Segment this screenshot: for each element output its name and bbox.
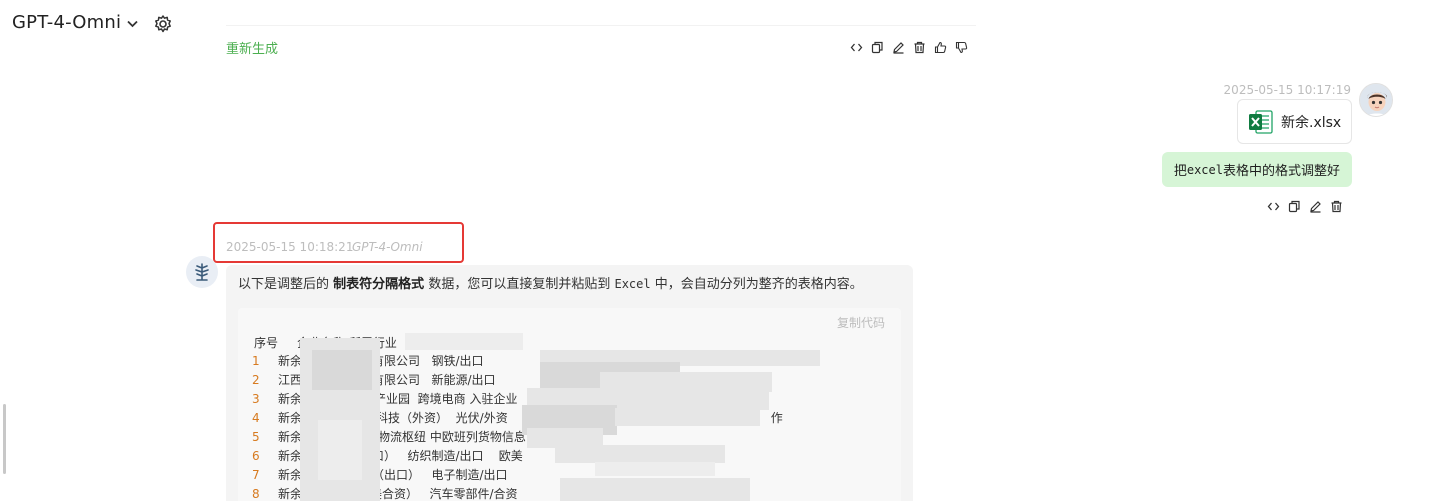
user-message-actions	[1267, 200, 1343, 213]
bot-intro-part-2: 数据，您可以直接复制并粘贴到	[428, 277, 611, 292]
bot-intro-text: 以下是调整后的 制表符分隔格式 数据，您可以直接复制并粘贴到 Excel 中，会…	[238, 273, 863, 292]
model-selector[interactable]: GPT-4-Omni	[12, 12, 138, 33]
bot-intro-bold: 制表符分隔格式	[333, 277, 425, 292]
code-icon[interactable]	[850, 41, 863, 54]
user-message-text-prefix: 把	[1173, 164, 1187, 179]
excel-icon	[1248, 109, 1273, 135]
bot-message-timestamp: 2025-05-15 10:18:21	[226, 240, 354, 254]
edit-icon[interactable]	[1309, 200, 1322, 213]
user-message-inline-code: excel	[1186, 162, 1223, 177]
row-col-a: 新余	[278, 411, 303, 425]
row-col-a: 新余	[278, 487, 303, 501]
row-number: 5	[252, 430, 260, 444]
bot-intro-part-3: 中，会自动分列为整齐的表格内容。	[654, 277, 863, 292]
copy-icon[interactable]	[871, 41, 884, 54]
user-message-bubble: 把 excel 表格中的格式调整好	[1161, 152, 1352, 187]
delete-icon[interactable]	[1330, 200, 1343, 213]
row-col-b: 技（出口） 电子制造/出口	[360, 468, 508, 482]
user-avatar	[1359, 83, 1393, 117]
copy-code-button[interactable]: 复制代码	[837, 314, 885, 331]
bot-intro-inline-code: Excel	[614, 277, 651, 291]
code-row: 5 新余 物流枢纽 中欧班列货物信息	[252, 428, 526, 445]
code-row: 6 新余 出口） 纺织制造/出口 欧美	[252, 447, 523, 464]
copy-icon[interactable]	[1288, 200, 1301, 213]
row-number: 2	[252, 373, 260, 387]
row-number: 1	[252, 354, 260, 368]
code-row: 3 新余 商产业园 跨境电商 入驻企业	[252, 390, 517, 407]
row-col-a: 新余	[278, 392, 303, 406]
row-number: 6	[252, 449, 260, 463]
row-number: 3	[252, 392, 260, 406]
row-number: 8	[252, 487, 260, 501]
row-number: 4	[252, 411, 260, 425]
bot-avatar	[186, 256, 218, 288]
row-number: 7	[252, 468, 260, 482]
row-col-tail: 作	[770, 411, 783, 425]
attached-file-name: 新余.xlsx	[1281, 114, 1342, 131]
bot-intro-part-1: 以下是调整后的	[238, 277, 330, 292]
code-icon[interactable]	[1267, 200, 1280, 213]
attached-file-card[interactable]: 新余.xlsx	[1237, 99, 1352, 144]
user-message-text-suffix: 表格中的格式调整好	[1222, 164, 1340, 179]
row-col-b: 中美合资） 汽车零部件/合资	[358, 487, 518, 501]
gear-icon[interactable]	[153, 14, 173, 34]
code-row: 8 新余 中美合资） 汽车零部件/合资	[252, 485, 518, 501]
message-divider	[226, 25, 976, 26]
model-name: GPT-4-Omni	[12, 12, 122, 33]
thumbs-down-icon[interactable]	[955, 41, 968, 54]
thumbs-up-icon[interactable]	[934, 41, 947, 54]
user-message-timestamp: 2025-05-15 10:17:19	[1223, 83, 1351, 97]
chevron-down-icon	[127, 17, 138, 31]
row-col-a: 新余	[278, 430, 303, 444]
bot-message-model: GPT-4-Omni	[352, 240, 423, 254]
delete-icon[interactable]	[913, 41, 926, 54]
edit-icon[interactable]	[892, 41, 905, 54]
regenerate-button[interactable]: 重新生成	[226, 38, 278, 57]
row-col-b: 商产业园 跨境电商 入驻企业	[362, 392, 518, 406]
row-col-a: 新余	[278, 449, 303, 463]
row-col-b: 能科技（外资） 光伏/外资	[364, 411, 508, 425]
previous-message-actions	[850, 41, 968, 54]
scrollbar[interactable]	[3, 404, 6, 474]
row-col-a: 新余	[278, 468, 303, 482]
row-col-a: 江西	[278, 373, 303, 387]
row-col-b: 出口） 纺织制造/出口 欧美	[360, 449, 523, 463]
row-col-b: 物流枢纽 中欧班列货物信息	[378, 430, 526, 444]
row-col-a: 新余	[278, 354, 303, 368]
